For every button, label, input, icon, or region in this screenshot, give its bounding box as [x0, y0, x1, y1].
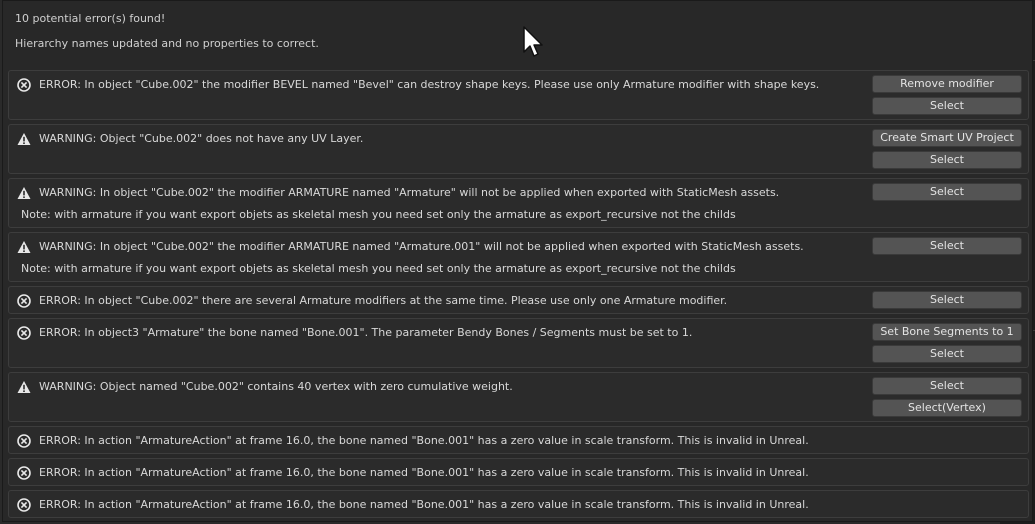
report-item: ERROR: In action "ArmatureAction" at fra…	[8, 458, 1029, 486]
set-bone-segments-button[interactable]: Set Bone Segments to 1	[872, 323, 1022, 341]
error-circle-x-icon	[17, 326, 31, 340]
report-message: ERROR: In object "Cube.002" the modifier…	[39, 78, 820, 91]
report-message: ERROR: In object3 "Armature" the bone na…	[39, 326, 693, 339]
report-message: WARNING: In object "Cube.002" the modifi…	[39, 240, 804, 253]
error-circle-x-icon	[17, 498, 31, 512]
report-message: WARNING: Object "Cube.002" does not have…	[39, 132, 364, 145]
report-item: ERROR: In object3 "Armature" the bone na…	[8, 318, 1029, 368]
create-smart-uv-project-button[interactable]: Create Smart UV Project	[872, 129, 1022, 147]
report-message: ERROR: In action "ArmatureAction" at fra…	[39, 498, 809, 511]
warning-triangle-icon	[17, 381, 31, 393]
error-summary: 10 potential error(s) found!	[15, 12, 166, 25]
report-message: WARNING: In object "Cube.002" the modifi…	[39, 186, 780, 199]
select-vertex-button[interactable]: Select(Vertex)	[872, 399, 1022, 417]
report-item: WARNING: Object "Cube.002" does not have…	[8, 124, 1029, 174]
report-item: ERROR: In action "ArmatureAction" at fra…	[8, 490, 1029, 518]
select-button[interactable]: Select	[872, 345, 1022, 363]
report-item: WARNING: Object named "Cube.002" contain…	[8, 372, 1029, 422]
report-item: ERROR: In action "ArmatureAction" at fra…	[8, 426, 1029, 454]
report-item: ERROR: In object "Cube.002" the modifier…	[8, 70, 1029, 120]
remove-modifier-button[interactable]: Remove modifier	[872, 75, 1022, 93]
warning-triangle-icon	[17, 187, 31, 199]
select-button[interactable]: Select	[872, 291, 1022, 309]
report-note: Note: with armature if you want export o…	[21, 262, 736, 275]
error-circle-x-icon	[17, 434, 31, 448]
mouse-cursor-icon	[523, 26, 543, 57]
report-note: Note: with armature if you want export o…	[21, 208, 736, 221]
select-button[interactable]: Select	[872, 377, 1022, 395]
error-circle-x-icon	[17, 294, 31, 308]
report-message: ERROR: In action "ArmatureAction" at fra…	[39, 466, 809, 479]
error-report-popup: 10 potential error(s) found! Hierarchy n…	[2, 0, 1033, 522]
report-message: ERROR: In action "ArmatureAction" at fra…	[39, 434, 809, 447]
warning-triangle-icon	[17, 133, 31, 145]
error-circle-x-icon	[17, 466, 31, 480]
report-message: WARNING: Object named "Cube.002" contain…	[39, 380, 513, 393]
report-message: ERROR: In object "Cube.002" there are se…	[39, 294, 728, 307]
warning-triangle-icon	[17, 241, 31, 253]
report-item: ERROR: In object "Cube.002" there are se…	[8, 286, 1029, 314]
select-button[interactable]: Select	[872, 151, 1022, 169]
select-button[interactable]: Select	[872, 97, 1022, 115]
select-button[interactable]: Select	[872, 183, 1022, 201]
error-circle-x-icon	[17, 78, 31, 92]
hierarchy-note: Hierarchy names updated and no propertie…	[15, 37, 319, 50]
report-item: WARNING: In object "Cube.002" the modifi…	[8, 178, 1029, 228]
select-button[interactable]: Select	[872, 237, 1022, 255]
report-item: WARNING: In object "Cube.002" the modifi…	[8, 232, 1029, 282]
